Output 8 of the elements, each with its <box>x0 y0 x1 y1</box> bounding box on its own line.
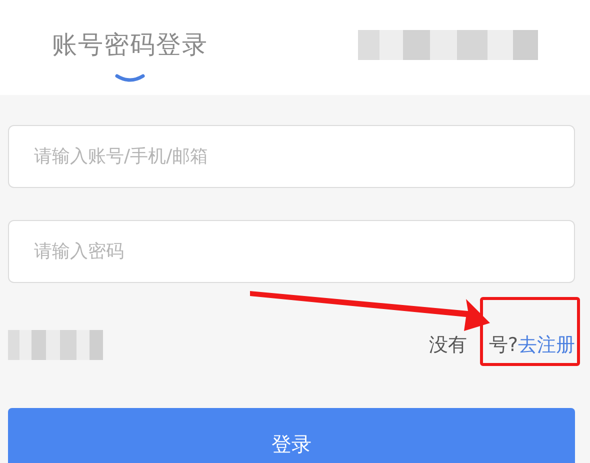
login-button[interactable]: 登录 <box>8 408 575 463</box>
register-prompt: 号? <box>488 333 518 358</box>
register-link[interactable]: 去注册 <box>518 332 575 358</box>
login-tab[interactable]: 账号密码登录 <box>52 29 208 61</box>
register-prompt: 没有 <box>428 333 467 358</box>
password-field[interactable]: 请输入密码 <box>8 220 575 283</box>
tab-indicator <box>115 73 145 83</box>
account-field[interactable]: 请输入账号/手机/邮箱 <box>8 125 575 188</box>
